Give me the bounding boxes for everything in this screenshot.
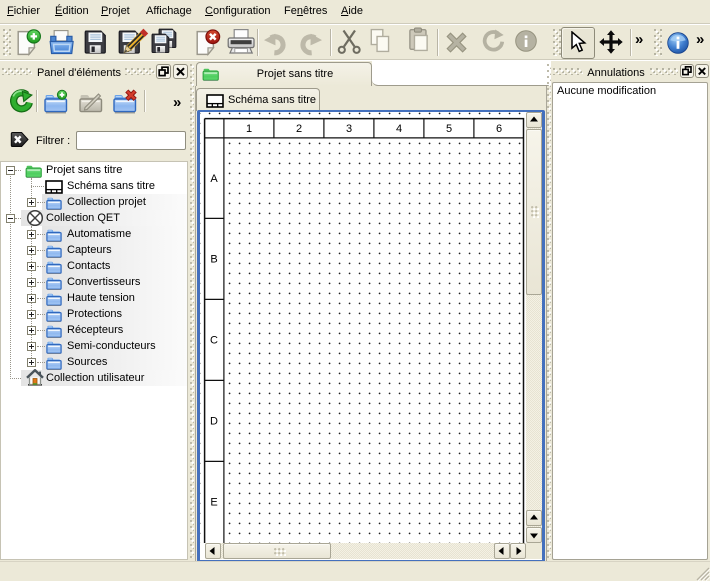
svg-text:4: 4 [396, 123, 402, 135]
svg-text:5: 5 [446, 123, 452, 135]
svg-text:3: 3 [346, 123, 352, 135]
svg-text:B: B [210, 254, 217, 266]
svg-text:E: E [210, 497, 217, 509]
svg-text:2: 2 [296, 123, 302, 135]
svg-text:1: 1 [246, 123, 252, 135]
svg-text:D: D [210, 416, 218, 428]
svg-text:6: 6 [496, 123, 502, 135]
svg-text:A: A [210, 173, 218, 185]
svg-text:C: C [210, 335, 218, 347]
